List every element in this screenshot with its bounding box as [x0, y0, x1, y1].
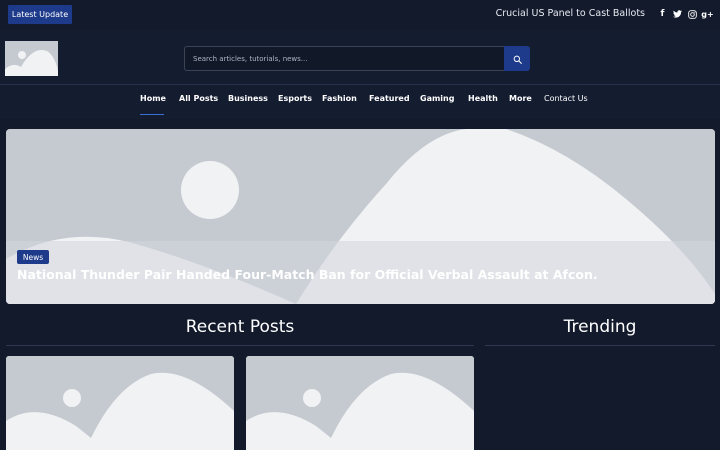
- top-bar: Latest Update Crucial US Panel to Cast B…: [0, 0, 720, 30]
- google-plus-icon[interactable]: g+: [701, 8, 713, 20]
- social-links: f g+: [658, 8, 714, 20]
- trending-heading: Trending: [563, 317, 637, 337]
- twitter-icon[interactable]: [673, 8, 682, 20]
- nav-item-featured[interactable]: Featured: [369, 94, 410, 103]
- nav-item-home[interactable]: Home: [140, 94, 166, 103]
- site-header: [0, 30, 720, 85]
- site-logo[interactable]: [5, 41, 58, 76]
- nav-active-indicator: [140, 114, 164, 115]
- search-button[interactable]: [504, 46, 530, 71]
- search-bar: [184, 46, 530, 71]
- nav-item-gaming[interactable]: Gaming: [420, 94, 454, 103]
- nav-item-all-posts[interactable]: All Posts: [179, 94, 218, 103]
- nav-item-business[interactable]: Business: [228, 94, 268, 103]
- post-image-placeholder: [246, 356, 474, 450]
- nav-item-esports[interactable]: Esports: [278, 94, 312, 103]
- nav-item-contact-us[interactable]: Contact Us: [544, 94, 588, 103]
- nav-item-more[interactable]: More: [509, 94, 532, 103]
- main-nav: Home All Posts Business Esports Fashion …: [0, 85, 720, 119]
- news-ticker[interactable]: Crucial US Panel to Cast Ballots: [496, 8, 645, 19]
- latest-update-button[interactable]: Latest Update: [8, 5, 72, 24]
- nav-item-fashion[interactable]: Fashion: [322, 94, 357, 103]
- recent-posts-heading: Recent Posts: [185, 317, 295, 337]
- search-input[interactable]: [184, 46, 504, 71]
- trending-rule: [485, 345, 715, 346]
- nav-item-health[interactable]: Health: [468, 94, 498, 103]
- recent-posts-rule: [6, 345, 474, 346]
- search-icon: [513, 49, 522, 68]
- facebook-icon[interactable]: f: [658, 8, 667, 20]
- category-badge[interactable]: News: [17, 250, 49, 264]
- instagram-icon[interactable]: [688, 8, 697, 20]
- post-image-placeholder: [6, 356, 234, 450]
- post-card[interactable]: [246, 356, 474, 450]
- hero-title[interactable]: National Thunder Pair Handed Four-Match …: [17, 267, 707, 282]
- post-card[interactable]: [6, 356, 234, 450]
